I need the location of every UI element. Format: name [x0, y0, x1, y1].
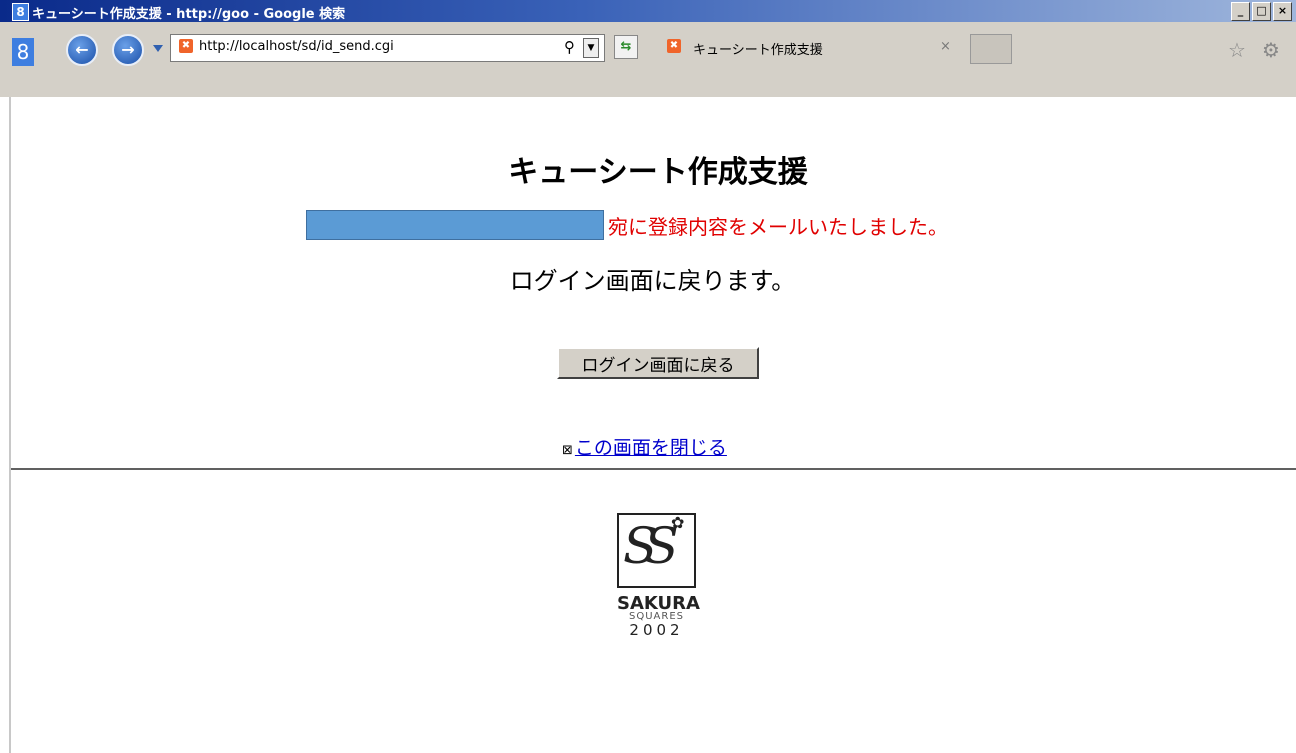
google-app-icon: 8: [12, 3, 29, 21]
sakura-squares-logo: SS ✿ SAKURA SQUARES 2002: [617, 513, 700, 643]
refresh-button[interactable]: ⇆: [614, 35, 638, 59]
left-border: [9, 97, 11, 753]
return-to-login-button[interactable]: ログイン画面に戻る: [557, 347, 759, 379]
tab-close-icon[interactable]: ×: [940, 39, 951, 54]
logo-mark: SS: [623, 517, 679, 575]
logo-year: 2002: [629, 621, 684, 639]
browser-toolbar: 8 ← → ✖ http://localhost/sd/id_send.cgi …: [0, 22, 1296, 97]
url-text[interactable]: http://localhost/sd/id_send.cgi: [199, 39, 394, 54]
new-tab-button[interactable]: [970, 34, 1012, 64]
search-icon[interactable]: ⚲: [564, 38, 575, 56]
site-favicon-icon: ✖: [179, 39, 193, 53]
page-title: キューシート作成支援: [508, 155, 808, 190]
back-arrow-icon: ←: [75, 40, 89, 59]
tab-current[interactable]: ✖ キューシート作成支援 ×: [655, 34, 963, 62]
minimize-button[interactable]: _: [1231, 2, 1250, 21]
maximize-button[interactable]: □: [1252, 2, 1271, 21]
logo-star-icon: ✿: [671, 513, 685, 532]
return-message: ログイン画面に戻ります。: [509, 267, 796, 295]
sent-message: 宛に登録内容をメールいたしました。: [608, 214, 948, 239]
forward-button[interactable]: →: [112, 34, 144, 66]
tab-favicon-icon: ✖: [667, 39, 681, 53]
sent-message-row: 宛に登録内容をメールいたしました。: [306, 209, 948, 241]
close-screen-link[interactable]: この画面を閉じる: [575, 433, 727, 460]
refresh-icon: ⇆: [620, 39, 632, 54]
close-box-icon: ⊠: [562, 443, 573, 458]
google-icon[interactable]: 8: [12, 38, 34, 66]
forward-arrow-icon: →: [121, 40, 135, 59]
window-controls: _ □ ×: [1229, 2, 1292, 21]
close-window-button[interactable]: ×: [1273, 2, 1292, 21]
address-dropdown-icon[interactable]: ▼: [583, 38, 599, 58]
back-button[interactable]: ←: [66, 34, 98, 66]
history-dropdown-icon[interactable]: [153, 45, 163, 52]
email-redaction-box: [306, 210, 604, 240]
tab-label: キューシート作成支援: [693, 43, 823, 58]
window-title-bar: 8 キューシート作成支援 - http://goo - Google 検索 _ …: [0, 0, 1296, 22]
close-window-row: ⊠ この画面を閉じる: [562, 433, 727, 460]
star-icon[interactable]: ☆: [1228, 38, 1246, 62]
gear-icon[interactable]: ⚙: [1262, 38, 1280, 62]
address-bar[interactable]: ✖ http://localhost/sd/id_send.cgi ⚲ ▼: [170, 34, 605, 62]
window-title: キューシート作成支援 - http://goo - Google 検索: [32, 7, 346, 22]
divider: [11, 468, 1296, 470]
page-content: キューシート作成支援 宛に登録内容をメールいたしました。 ログイン画面に戻ります…: [0, 97, 1296, 753]
